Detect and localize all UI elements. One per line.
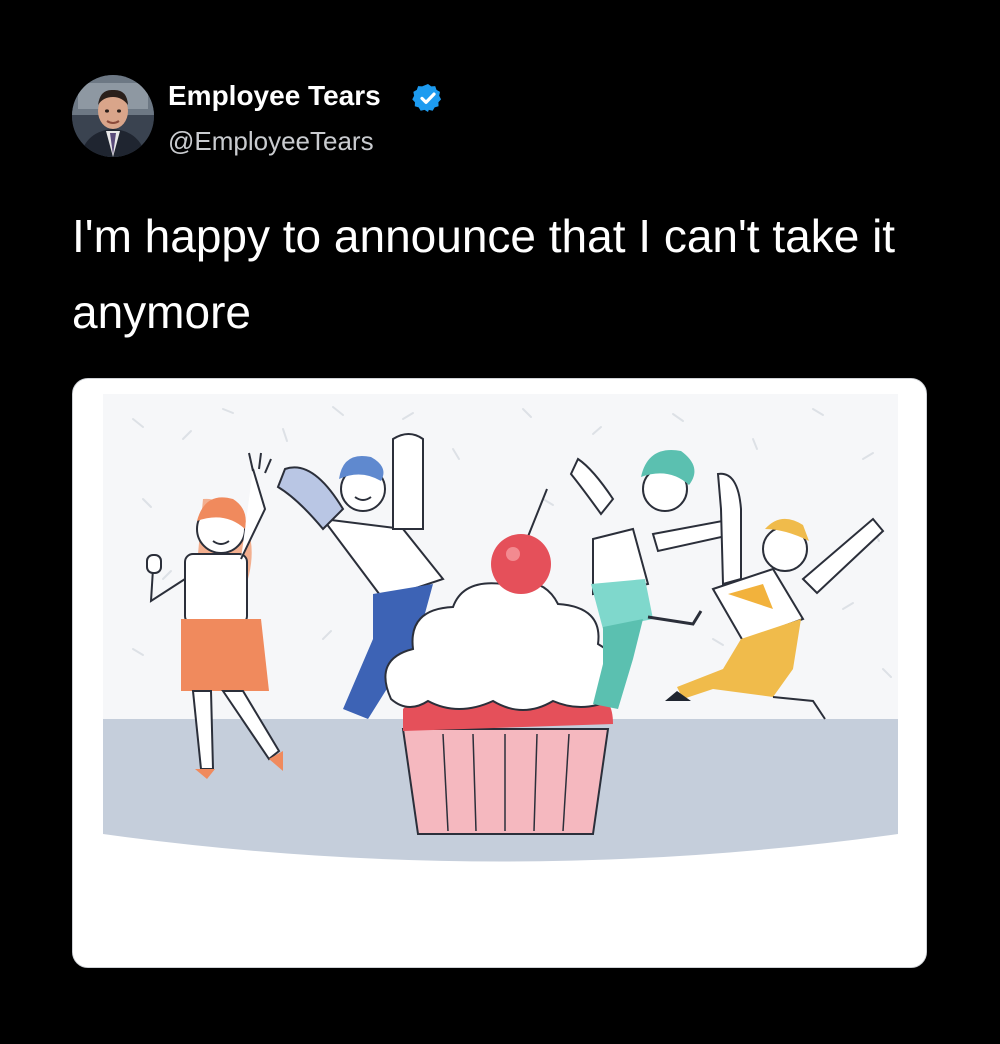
tweet-media[interactable] — [72, 378, 927, 968]
profile-photo-icon — [72, 75, 154, 157]
author-avatar[interactable] — [72, 75, 154, 157]
tweet-card[interactable]: Employee Tears @EmployeeTears I'm happy … — [0, 0, 1000, 1044]
celebration-cupcake-illustration-icon — [73, 379, 926, 967]
author-name[interactable]: Employee Tears — [168, 80, 381, 112]
author-handle[interactable]: @EmployeeTears — [168, 126, 374, 157]
tweet-text: I'm happy to announce that I can't take … — [72, 210, 896, 338]
verified-badge-icon — [412, 84, 442, 112]
